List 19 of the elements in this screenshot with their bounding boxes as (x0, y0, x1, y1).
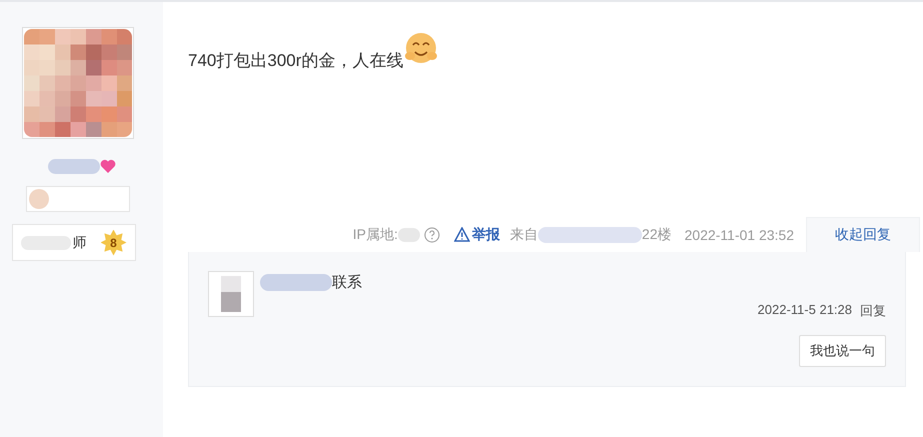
post-text: 740打包出300r的金，人在线 (188, 50, 404, 72)
reply-link[interactable]: 回复 (860, 302, 886, 320)
reply-time: 2022-11-5 21:28 (758, 302, 852, 319)
floor-number: 22楼 (642, 226, 672, 244)
reply-text: 联系 (332, 273, 362, 292)
collapse-replies-tab[interactable]: 收起回复 (806, 217, 920, 252)
blurred-text-drawing (48, 159, 100, 174)
source-label: 来自 (510, 226, 538, 244)
level-badge: 8 (100, 230, 126, 256)
blurred-icon (28, 189, 48, 209)
ip-location-label: IP属地: (352, 226, 398, 244)
comment-button[interactable]: 我也说一句 (799, 335, 886, 367)
heart-icon (100, 159, 116, 174)
badge-title: 师 (72, 234, 86, 252)
post-time: 2022-11-01 23:52 (684, 226, 794, 242)
report-link[interactable]: 举报 (454, 226, 500, 244)
warning-icon (454, 227, 470, 242)
help-icon[interactable] (424, 226, 440, 242)
blurred-text-drawing (260, 274, 332, 291)
